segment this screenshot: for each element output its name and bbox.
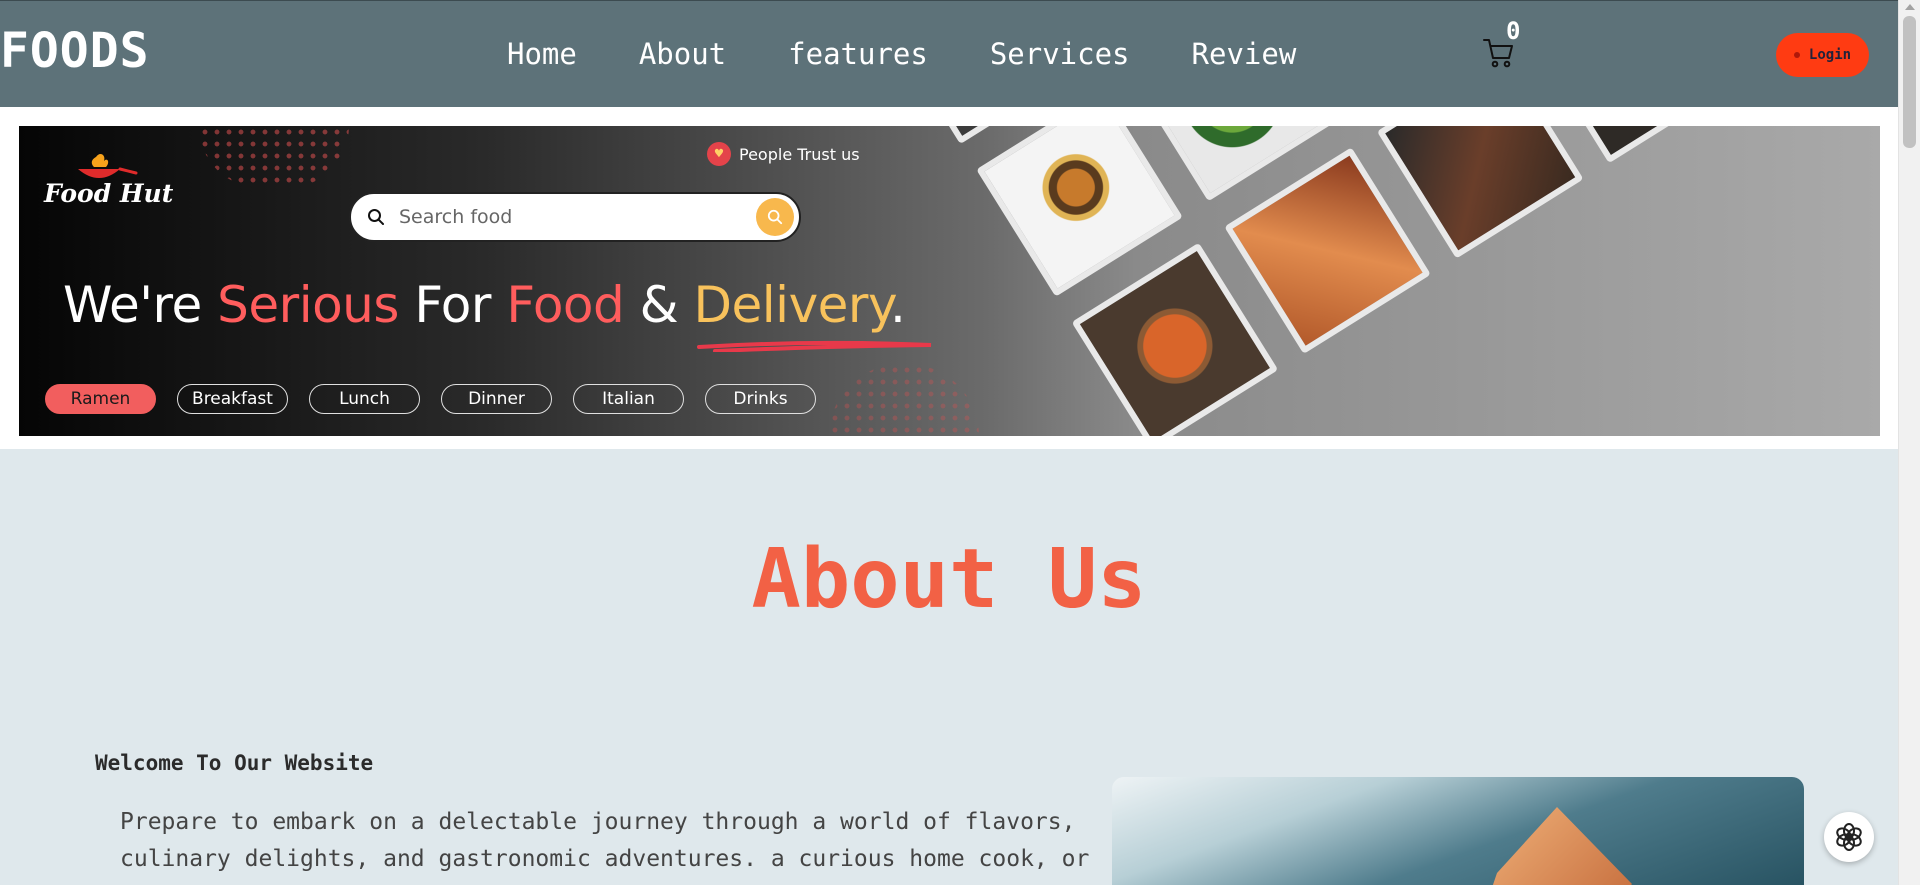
headline-word: . xyxy=(889,276,906,334)
food-hut-logo[interactable]: Food Hut xyxy=(44,151,173,226)
login-label: Login xyxy=(1808,47,1852,63)
nav-links: Home About features Services Review xyxy=(507,37,1296,71)
about-title: About Us xyxy=(751,532,1147,627)
dot-pattern-decoration xyxy=(829,364,979,436)
navbar: FOODS Home About features Services Revie… xyxy=(0,0,1898,107)
headline-word: & xyxy=(624,276,694,334)
food-tile-pizza xyxy=(1071,242,1279,436)
category-chips: Ramen Breakfast Lunch Dinner Italian Dri… xyxy=(45,384,816,414)
about-food-image xyxy=(1112,777,1804,885)
login-button[interactable]: Login xyxy=(1776,33,1869,77)
scroll-up-arrow-icon[interactable] xyxy=(1905,4,1915,10)
hero-headline: We're Serious For Food & Delivery. xyxy=(63,276,906,334)
headline-word-delivery: Delivery xyxy=(693,276,891,334)
nav-link-features[interactable]: features xyxy=(788,37,928,71)
nav-link-about[interactable]: About xyxy=(639,37,726,71)
food-tile-kebab xyxy=(1224,147,1431,355)
about-paragraph: Prepare to embark on a delectable journe… xyxy=(120,809,1090,872)
chip-lunch[interactable]: Lunch xyxy=(309,384,420,414)
shopping-cart-icon xyxy=(1483,39,1513,68)
heart-icon: ♥ xyxy=(707,142,731,166)
nav-link-review[interactable]: Review xyxy=(1192,37,1297,71)
chip-italian[interactable]: Italian xyxy=(573,384,684,414)
food-collage-image xyxy=(849,126,1880,436)
search-bar xyxy=(349,192,801,242)
nav-link-home[interactable]: Home xyxy=(507,37,577,71)
headline-word: For xyxy=(398,276,507,334)
nav-link-services[interactable]: Services xyxy=(990,37,1130,71)
hero-banner: Food Hut ♥ People Trust us We're Serious… xyxy=(19,126,1880,436)
scrollbar-thumb[interactable] xyxy=(1903,16,1916,148)
headline-word-food: Food xyxy=(506,276,625,334)
chip-dinner[interactable]: Dinner xyxy=(441,384,552,414)
dot-pattern-decoration xyxy=(199,126,349,188)
search-icon xyxy=(365,206,387,228)
cart-button[interactable]: 0 xyxy=(1482,17,1532,77)
headline-word-serious: Serious xyxy=(217,276,399,334)
logo-text: Food Hut xyxy=(44,179,174,208)
headline-word: We're xyxy=(63,276,218,334)
brand-logo[interactable]: FOODS xyxy=(0,23,150,79)
trust-text: People Trust us xyxy=(739,144,860,164)
page-scrollbar[interactable] xyxy=(1898,0,1920,885)
trust-badge: ♥ People Trust us xyxy=(707,142,860,166)
openai-logo-icon xyxy=(1836,823,1862,851)
search-submit-button[interactable] xyxy=(756,198,794,236)
chip-ramen[interactable]: Ramen xyxy=(45,384,156,414)
chip-breakfast[interactable]: Breakfast xyxy=(177,384,288,414)
search-icon xyxy=(767,209,783,225)
search-input[interactable] xyxy=(399,206,729,228)
chip-drinks[interactable]: Drinks xyxy=(705,384,816,414)
delivery-underline-decoration xyxy=(697,340,932,352)
login-dot-icon xyxy=(1793,52,1800,58)
welcome-heading: Welcome To Our Website xyxy=(95,751,374,775)
sandwich-image xyxy=(1482,807,1632,885)
assistant-button[interactable] xyxy=(1824,812,1874,862)
